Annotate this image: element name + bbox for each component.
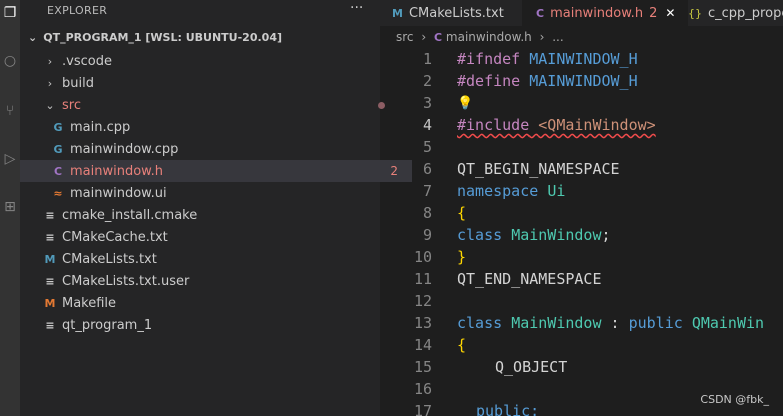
tab-c-cpp-properties[interactable]: {} c_cpp_prope (674, 0, 783, 26)
tree-file-cmakecache[interactable]: ≡ CMakeCache.txt (20, 226, 404, 248)
cpp-file-icon: G (53, 142, 63, 156)
tree-file-main-cpp[interactable]: G main.cpp (20, 116, 412, 138)
breadcrumb-file[interactable]: mainwindow.h (446, 30, 532, 44)
code-line: 1 #ifndef MAINWINDOW_H (422, 50, 638, 68)
chevron-right-icon: › (47, 76, 53, 90)
cmake-file-icon: M (392, 6, 403, 20)
tab-mainwindow-h[interactable]: C mainwindow.h 2 ✕ (522, 0, 688, 26)
chevron-right-icon: › (539, 30, 545, 44)
tab-cmakelists[interactable]: M CMakeLists.txt (380, 0, 534, 26)
tree-file-cmake-install[interactable]: ≡ cmake_install.cmake (20, 204, 404, 226)
code-line: 15 Q_OBJECT (413, 358, 568, 376)
rss-file-icon: ≈ (53, 186, 63, 200)
chevron-right-icon: › (421, 30, 427, 44)
lightbulb-icon[interactable]: 💡 (457, 96, 473, 111)
watermark: CSDN @fbk_ (700, 393, 769, 406)
tree-file-cmakelists[interactable]: M CMakeLists.txt (20, 248, 404, 270)
extensions-icon[interactable]: ⊞ (0, 196, 20, 218)
tree-file-qt-program[interactable]: ≡ qt_program_1 (20, 314, 404, 336)
code-line: 5 (422, 138, 432, 156)
header-file-icon: C (434, 31, 443, 44)
tree-file-cmakelists-user[interactable]: ≡ CMakeLists.txt.user (20, 270, 404, 292)
search-icon[interactable]: ○ (0, 50, 20, 72)
more-actions-button[interactable]: ··· (350, 0, 363, 16)
activity-bar: ❐ ○ ⑂ ▷ ⊞ (0, 0, 20, 416)
tree-folder-src[interactable]: ⌄ src (20, 94, 404, 116)
text-file-icon: ≡ (45, 318, 55, 332)
tree-folder-vscode[interactable]: › .vscode (20, 50, 404, 72)
code-line: 13 class MainWindow : public QMainWin (413, 314, 765, 332)
code-line: 7 namespace Ui (422, 182, 566, 200)
code-line: 2 #define MAINWINDOW_H (422, 72, 638, 90)
source-control-icon[interactable]: ⑂ (0, 100, 20, 122)
makefile-icon: M (44, 296, 56, 310)
chevron-down-icon: ⌄ (45, 98, 55, 112)
chevron-down-icon: ⌄ (28, 31, 38, 44)
editor-tab-bar: M CMakeLists.txt C mainwindow.h 2 ✕ {} c… (380, 0, 783, 26)
workspace-section-header[interactable]: ⌄ QT_PROGRAM_1 [WSL: UBUNTU-20.04] (28, 31, 282, 44)
breadcrumb: src › C mainwindow.h › ... (396, 30, 564, 44)
tree-folder-build[interactable]: › build (20, 72, 404, 94)
code-line: 11 QT_END_NAMESPACE (413, 270, 602, 288)
explorer-icon[interactable]: ❐ (0, 2, 20, 24)
code-editor[interactable]: 1 #ifndef MAINWINDOW_H 2 #define MAINWINDO… (380, 48, 783, 416)
tree-file-mainwindow-cpp[interactable]: G mainwindow.cpp (20, 138, 412, 160)
code-line: 9 class MainWindow; (422, 226, 611, 244)
tab-problem-badge: 2 (649, 5, 658, 21)
code-line: 8{ (422, 204, 467, 222)
text-file-icon: ≡ (45, 274, 55, 288)
json-file-icon: {} (688, 6, 702, 20)
cmake-file-icon: M (44, 252, 56, 266)
code-line: 4 #include <QMainWindow> (422, 116, 656, 134)
code-line: 12 (413, 292, 432, 310)
text-file-icon: ≡ (45, 230, 55, 244)
code-line: 14{ (413, 336, 467, 354)
code-line: 3 💡 (422, 94, 474, 112)
explorer-title: EXPLORER (47, 4, 108, 17)
cpp-file-icon: G (53, 120, 63, 134)
header-file-icon: C (53, 164, 63, 178)
chevron-right-icon: › (47, 54, 53, 68)
explorer-sidebar: EXPLORER ··· ⌄ QT_PROGRAM_1 [WSL: UBUNTU-… (20, 0, 412, 416)
breadcrumb-folder[interactable]: src (396, 30, 414, 44)
run-debug-icon[interactable]: ▷ (0, 148, 20, 170)
tree-file-mainwindow-ui[interactable]: ≈ mainwindow.ui (20, 182, 412, 204)
code-line: 6 QT_BEGIN_NAMESPACE (422, 160, 620, 178)
code-line: 10} (413, 248, 467, 266)
tree-file-makefile[interactable]: M Makefile (20, 292, 404, 314)
tree-file-mainwindow-h[interactable]: C mainwindow.h 2 (20, 160, 412, 182)
header-file-icon: C (536, 6, 545, 20)
text-file-icon: ≡ (45, 208, 55, 222)
